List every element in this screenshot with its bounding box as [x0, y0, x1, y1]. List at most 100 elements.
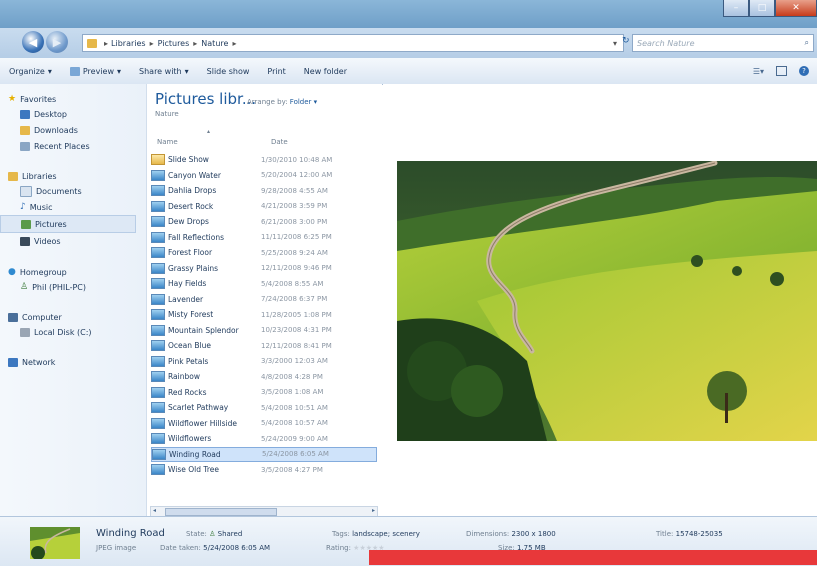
preview-button[interactable]: Preview ▾ [61, 66, 130, 76]
file-row[interactable]: Lavender 7/24/2008 6:37 PM [151, 292, 377, 308]
sidebar-item-homegroup[interactable]: ● Homegroup [0, 265, 146, 279]
file-name: Wise Old Tree [168, 465, 219, 475]
sidebar-item-music[interactable]: ♪ Music [0, 199, 146, 215]
file-name: Desert Rock [168, 201, 214, 211]
preview-pane-icon[interactable] [776, 66, 787, 76]
file-row[interactable]: Fall Reflections 11/11/2008 6:25 PM [151, 230, 377, 246]
search-icon[interactable]: ⌕ [805, 38, 813, 48]
close-button[interactable]: ✕ [775, 0, 817, 17]
file-name: Hay Fields [168, 279, 207, 289]
sidebar-item-downloads[interactable]: Downloads [0, 122, 146, 138]
sidebar-item-libraries[interactable]: Libraries [0, 170, 146, 183]
breadcrumb-libraries[interactable]: Libraries [111, 39, 146, 48]
file-row[interactable]: Scarlet Pathway 5/4/2008 10:51 AM [151, 400, 377, 416]
window-titlebar: – □ ✕ [0, 0, 817, 28]
red-overlay-banner [369, 550, 817, 565]
file-name-cell: Wise Old Tree [151, 464, 261, 476]
sidebar-item-favorites[interactable]: ★ Favorites [0, 92, 146, 106]
sidebar-item-pictures[interactable]: Pictures [0, 215, 136, 233]
scroll-left-icon[interactable]: ◂ [153, 507, 156, 514]
file-date: 4/8/2008 4:28 PM [261, 372, 323, 381]
search-input[interactable]: Search Nature ⌕ [632, 34, 814, 52]
view-options-icon[interactable]: ☰▾ [753, 67, 764, 76]
forward-button[interactable]: ▶ [46, 31, 68, 53]
scroll-right-icon[interactable]: ▸ [372, 507, 375, 514]
image-file-icon [151, 309, 165, 321]
homegroup-icon: ● [8, 267, 16, 277]
arrange-by-value: Folder [289, 98, 312, 106]
file-row[interactable]: Wise Old Tree 3/5/2008 4:27 PM [151, 462, 377, 478]
file-row[interactable]: Pink Petals 3/3/2000 12:03 AM [151, 354, 377, 370]
file-name-cell: Mountain Splendor [151, 324, 261, 336]
minimize-button[interactable]: – [723, 0, 749, 17]
tags-field: Tags: landscape; scenery [332, 530, 420, 538]
file-row[interactable]: Wildflowers 5/24/2009 9:00 AM [151, 431, 377, 447]
arrange-by-label: Arrange by: [247, 98, 288, 106]
title-value[interactable]: 15748-25035 [676, 530, 723, 538]
file-row[interactable]: Dew Drops 6/21/2008 3:00 PM [151, 214, 377, 230]
sidebar-item-documents[interactable]: Documents [0, 183, 146, 199]
image-file-icon [151, 169, 165, 181]
new-folder-button[interactable]: New folder [295, 67, 356, 76]
image-file-icon [151, 355, 165, 367]
file-row[interactable]: Ocean Blue 12/11/2008 8:41 PM [151, 338, 377, 354]
file-row[interactable]: Misty Forest 11/28/2005 1:08 PM [151, 307, 377, 323]
back-button[interactable]: ◀ [22, 31, 44, 53]
file-name-cell: Lavender [151, 293, 261, 305]
breadcrumb-pictures[interactable]: Pictures [158, 39, 190, 48]
refresh-icon[interactable]: ↻ [622, 36, 632, 48]
file-row[interactable]: Mountain Splendor 10/23/2008 4:31 PM [151, 323, 377, 339]
file-date: 3/5/2008 4:27 PM [261, 465, 323, 474]
sidebar-item-recent-places[interactable]: Recent Places [0, 138, 146, 154]
column-header-name[interactable]: Name [157, 138, 178, 146]
star-icon: ★ [8, 94, 17, 104]
file-row[interactable]: Wildflower Hillside 5/4/2008 10:57 AM [151, 416, 377, 432]
file-row[interactable]: Rainbow 4/8/2008 4:28 PM [151, 369, 377, 385]
libraries-label: Libraries [22, 172, 57, 181]
sidebar-item-label: Downloads [34, 125, 78, 135]
file-row[interactable]: Slide Show 1/30/2010 10:48 AM [151, 152, 377, 168]
file-name-cell: Ocean Blue [151, 340, 261, 352]
breadcrumb-nature[interactable]: Nature [201, 39, 228, 48]
state-value: Shared [217, 530, 243, 538]
arrange-by-dropdown[interactable]: Folder ▾ [290, 98, 317, 106]
file-name-cell: Wildflower Hillside [151, 417, 261, 429]
file-row[interactable]: Canyon Water 5/20/2004 12:00 AM [151, 168, 377, 184]
tags-value[interactable]: landscape; scenery [352, 530, 420, 538]
print-button[interactable]: Print [258, 67, 294, 76]
file-name-cell: Scarlet Pathway [151, 402, 261, 414]
sidebar-item-desktop[interactable]: Desktop [0, 106, 146, 122]
tags-label: Tags: [332, 530, 350, 538]
sidebar-item-computer[interactable]: Computer [0, 311, 146, 324]
share-with-label: Share with [139, 66, 182, 76]
file-row[interactable]: Red Rocks 3/5/2008 1:08 AM [151, 385, 377, 401]
file-row[interactable]: Winding Road 5/24/2008 6:05 AM [151, 446, 377, 462]
file-row[interactable]: Desert Rock 4/21/2008 3:59 PM [151, 199, 377, 215]
file-row[interactable]: Hay Fields 5/4/2008 8:55 AM [151, 276, 377, 292]
sidebar-item-local-disk[interactable]: Local Disk (C:) [0, 324, 146, 340]
new-folder-label: New folder [303, 66, 348, 76]
date-taken-value[interactable]: 5/24/2008 6:05 AM [203, 544, 270, 552]
share-with-button[interactable]: Share with ▾ [130, 67, 198, 76]
maximize-button[interactable]: □ [749, 0, 775, 17]
command-bar: Organize ▾ Preview ▾ Share with ▾ Slide sho… [0, 58, 817, 85]
organize-button[interactable]: Organize ▾ [0, 67, 61, 76]
pictures-icon [21, 219, 31, 229]
file-name: Forest Floor [168, 248, 213, 258]
sidebar-item-phil-pc[interactable]: ♙ Phil (PHIL-PC) [0, 279, 146, 295]
slide-show-button[interactable]: Slide show [198, 67, 259, 76]
scrollbar-thumb[interactable] [165, 508, 277, 516]
file-name: Dew Drops [168, 217, 209, 227]
column-header-date[interactable]: Date [271, 138, 288, 146]
sidebar-item-videos[interactable]: Videos [0, 233, 146, 249]
file-date: 7/24/2008 6:37 PM [261, 295, 328, 304]
chevron-down-icon: ▾ [47, 66, 52, 76]
file-row[interactable]: Dahlia Drops 9/28/2008 4:55 AM [151, 183, 377, 199]
sidebar-item-network[interactable]: Network [0, 356, 146, 369]
help-icon[interactable]: ? [799, 66, 809, 76]
file-row[interactable]: Grassy Plains 12/11/2008 9:46 PM [151, 261, 377, 277]
address-bar[interactable]: ▸ Libraries ▸ Pictures ▸ Nature ▸ ▾ [82, 34, 624, 52]
file-name: Scarlet Pathway [168, 403, 229, 413]
file-date: 5/4/2008 10:57 AM [261, 419, 328, 428]
file-row[interactable]: Forest Floor 5/25/2008 9:24 AM [151, 245, 377, 261]
